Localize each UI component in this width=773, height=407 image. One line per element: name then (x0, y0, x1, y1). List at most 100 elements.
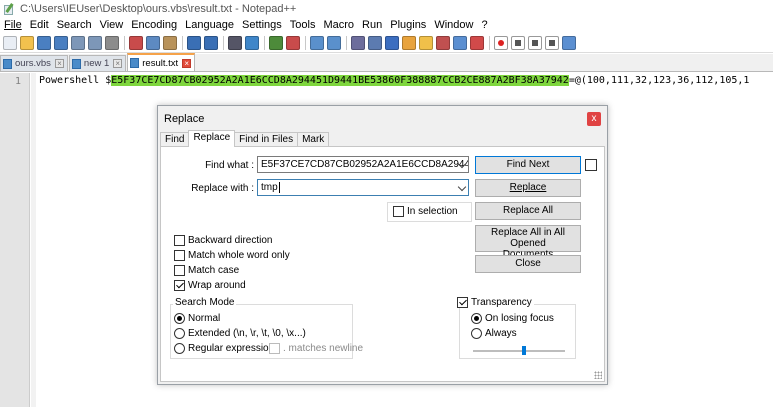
backward-direction-option[interactable]: Backward direction (174, 235, 272, 246)
search-mode-regex[interactable]: Regular expression (174, 343, 274, 354)
extended-radio[interactable] (174, 328, 185, 339)
find-what-label: Find what : (205, 160, 254, 171)
search-mode-normal[interactable]: Normal (174, 313, 220, 324)
transparency-option[interactable]: Transparency (457, 297, 534, 308)
matches-newline-option[interactable]: . matches newline (269, 343, 363, 354)
document-map-icon[interactable] (453, 35, 467, 50)
new-file-icon[interactable] (3, 35, 17, 50)
monitoring-icon[interactable] (470, 35, 484, 50)
play-macro-icon[interactable] (528, 35, 542, 50)
transparency-slider-thumb[interactable] (521, 346, 526, 355)
close-icon[interactable] (71, 35, 85, 50)
replace-all-in-opened-documents-button[interactable]: Replace All in All Opened Documents (475, 225, 581, 260)
toolbar-separator (489, 35, 490, 50)
replace-dialog: Replace x Find Replace Find in Files Mar… (157, 105, 608, 385)
code-line[interactable]: Powershell $E5F37CE7CD87CB02952A2A1E6CCD… (39, 75, 749, 86)
save-all-icon[interactable] (54, 35, 68, 50)
save-macro-icon[interactable] (562, 35, 576, 50)
run-multiple-macro-icon[interactable] (545, 35, 559, 50)
transparency-checkbox[interactable] (457, 297, 468, 308)
find-icon[interactable] (228, 35, 242, 50)
wrap-around-checkbox[interactable] (174, 280, 185, 291)
undo-icon[interactable] (187, 35, 201, 50)
menu-settings[interactable]: Settings (238, 19, 286, 31)
tab-result-txt[interactable]: result.txt × (127, 53, 196, 71)
on-losing-focus-option[interactable]: On losing focus (471, 313, 554, 324)
cut-icon[interactable] (129, 35, 143, 50)
find-what-combo[interactable]: E5F37CE7CD87CB02952A2A1E6CCD8A294451D94 (257, 156, 469, 173)
copy-icon[interactable] (146, 35, 160, 50)
replace-button[interactable]: Replace (475, 179, 581, 197)
in-selection-checkbox[interactable] (393, 206, 404, 217)
menu-help[interactable]: ? (477, 19, 491, 31)
menu-encoding[interactable]: Encoding (127, 19, 181, 31)
menu-window[interactable]: Window (430, 19, 477, 31)
menu-file[interactable]: File (0, 19, 26, 31)
close-all-icon[interactable] (88, 35, 102, 50)
menu-tools[interactable]: Tools (286, 19, 320, 31)
transparency-slider-track[interactable] (473, 350, 565, 352)
sync-horizontal-icon[interactable] (327, 35, 341, 50)
on-losing-focus-label: On losing focus (485, 313, 554, 324)
sync-vertical-icon[interactable] (310, 35, 324, 50)
match-case-option[interactable]: Match case (174, 265, 239, 276)
tab-close-icon[interactable]: × (113, 59, 123, 68)
tab-new-1[interactable]: new 1 × (68, 55, 127, 71)
close-button[interactable]: Close (475, 255, 581, 273)
normal-radio[interactable] (174, 313, 185, 324)
print-icon[interactable] (105, 35, 119, 50)
match-whole-word-option[interactable]: Match whole word only (174, 250, 290, 261)
tab-close-icon[interactable]: × (182, 58, 192, 68)
on-losing-focus-radio[interactable] (471, 313, 482, 324)
paste-icon[interactable] (163, 35, 177, 50)
open-file-icon[interactable] (20, 35, 34, 50)
save-icon[interactable] (37, 35, 51, 50)
language-icon[interactable] (402, 35, 416, 50)
chevron-down-icon[interactable] (457, 182, 467, 192)
match-case-checkbox[interactable] (174, 265, 185, 276)
menu-plugins[interactable]: Plugins (386, 19, 430, 31)
document-tab-bar: ours.vbs × new 1 × result.txt × (0, 53, 773, 72)
tab-mark[interactable]: Mark (297, 132, 330, 147)
replace-with-combo[interactable]: tmp (257, 179, 469, 196)
tab-find-in-files[interactable]: Find in Files (234, 132, 299, 147)
window-title: C:\Users\IEUser\Desktop\ours.vbs\result.… (20, 2, 297, 15)
resize-grip[interactable] (594, 371, 602, 379)
tab-find[interactable]: Find (160, 132, 190, 147)
menu-search[interactable]: Search (53, 19, 96, 31)
indent-guide-icon[interactable] (385, 35, 399, 50)
record-macro-icon[interactable] (494, 35, 508, 50)
menu-language[interactable]: Language (181, 19, 238, 31)
regex-radio[interactable] (174, 343, 185, 354)
find-next-toggle-checkbox[interactable] (585, 159, 597, 171)
replace-icon[interactable] (245, 35, 259, 50)
folder-workspace-icon[interactable] (419, 35, 433, 50)
match-whole-word-checkbox[interactable] (174, 250, 185, 261)
redo-icon[interactable] (204, 35, 218, 50)
always-radio[interactable] (471, 328, 482, 339)
always-option[interactable]: Always (471, 328, 517, 339)
tab-close-icon[interactable]: × (54, 59, 64, 68)
zoom-out-icon[interactable] (286, 35, 300, 50)
matches-newline-label: . matches newline (283, 343, 364, 354)
menu-macro[interactable]: Macro (319, 19, 358, 31)
wrap-around-option[interactable]: Wrap around (174, 280, 246, 291)
in-selection-option[interactable]: In selection (393, 206, 458, 217)
zoom-in-icon[interactable] (269, 35, 283, 50)
menu-view[interactable]: View (96, 19, 128, 31)
search-mode-extended[interactable]: Extended (\n, \r, \t, \0, \x...) (174, 328, 306, 339)
word-wrap-icon[interactable] (351, 35, 365, 50)
function-list-icon[interactable] (436, 35, 450, 50)
find-next-button[interactable]: Find Next (475, 156, 581, 174)
tab-replace[interactable]: Replace (188, 130, 236, 147)
dialog-close-button[interactable]: x (587, 112, 601, 126)
search-mode-title: Search Mode (173, 297, 237, 308)
stop-record-icon[interactable] (511, 35, 525, 50)
show-all-chars-icon[interactable] (368, 35, 382, 50)
backward-direction-checkbox[interactable] (174, 235, 185, 246)
replace-all-button[interactable]: Replace All (475, 202, 581, 220)
tab-ours-vbs[interactable]: ours.vbs × (0, 55, 68, 71)
menu-run[interactable]: Run (358, 19, 386, 31)
menu-edit[interactable]: Edit (26, 19, 53, 31)
matches-newline-checkbox[interactable] (269, 343, 280, 354)
